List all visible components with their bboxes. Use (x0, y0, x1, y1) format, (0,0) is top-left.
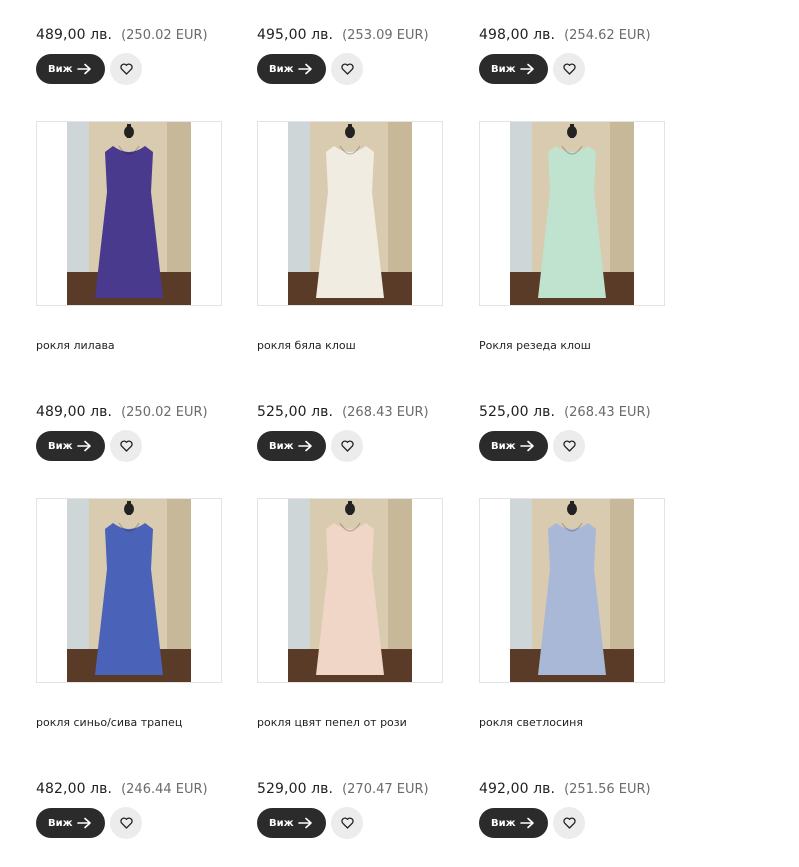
view-button[interactable]: Виж (257, 431, 326, 461)
price-eur: (254.62 EUR) (564, 28, 651, 43)
product-image[interactable] (257, 498, 443, 683)
dress-photo (67, 122, 191, 305)
price-row: 529,00 лв. (270.47 EUR) (257, 781, 429, 797)
button-row: Виж (257, 807, 363, 839)
arrow-right-icon (520, 63, 534, 75)
favorite-button[interactable] (110, 53, 142, 85)
heart-icon (562, 817, 576, 829)
price-eur: (268.43 EUR) (342, 405, 429, 420)
view-button-label: Виж (48, 817, 73, 829)
heart-icon (562, 440, 576, 452)
arrow-right-icon (77, 817, 91, 829)
favorite-button[interactable] (553, 430, 585, 462)
dress-photo (288, 499, 412, 682)
view-button[interactable]: Виж (479, 431, 548, 461)
product-title[interactable]: рокля бяла клош (257, 339, 356, 352)
price-row: 525,00 лв. (268.43 EUR) (257, 404, 429, 420)
button-row: Виж (479, 807, 585, 839)
view-button-label: Виж (48, 63, 73, 75)
product-title[interactable]: рокля светлосиня (479, 716, 583, 729)
view-button-label: Виж (269, 63, 294, 75)
price-bgn: 525,00 лв. (257, 404, 334, 420)
favorite-button[interactable] (331, 807, 363, 839)
view-button-label: Виж (491, 817, 516, 829)
product-image[interactable] (479, 121, 665, 306)
arrow-right-icon (77, 63, 91, 75)
button-row: Виж (36, 53, 142, 85)
price-eur: (253.09 EUR) (342, 28, 429, 43)
arrow-right-icon (77, 440, 91, 452)
price-bgn: 492,00 лв. (479, 781, 556, 797)
favorite-button[interactable] (331, 430, 363, 462)
view-button[interactable]: Виж (36, 808, 105, 838)
favorite-button[interactable] (553, 53, 585, 85)
product-title[interactable]: рокля синьо/сива трапец (36, 716, 182, 729)
view-button[interactable]: Виж (257, 54, 326, 84)
view-button-label: Виж (48, 440, 73, 452)
heart-icon (119, 63, 133, 75)
heart-icon (340, 817, 354, 829)
arrow-right-icon (520, 817, 534, 829)
view-button[interactable]: Виж (479, 808, 548, 838)
price-row: 482,00 лв. (246.44 EUR) (36, 781, 208, 797)
arrow-right-icon (298, 440, 312, 452)
view-button[interactable]: Виж (36, 54, 105, 84)
button-row: Виж (257, 430, 363, 462)
product-image[interactable] (36, 498, 222, 683)
view-button-label: Виж (269, 440, 294, 452)
price-bgn: 525,00 лв. (479, 404, 556, 420)
price-bgn: 498,00 лв. (479, 27, 556, 43)
heart-icon (119, 817, 133, 829)
view-button-label: Виж (491, 63, 516, 75)
button-row: Виж (257, 53, 363, 85)
heart-icon (119, 440, 133, 452)
product-title[interactable]: рокля лилава (36, 339, 115, 352)
price-bgn: 489,00 лв. (36, 27, 113, 43)
price-eur: (251.56 EUR) (564, 782, 651, 797)
price-row: 525,00 лв. (268.43 EUR) (479, 404, 651, 420)
favorite-button[interactable] (331, 53, 363, 85)
price-eur: (250.02 EUR) (121, 405, 208, 420)
arrow-right-icon (298, 817, 312, 829)
view-button[interactable]: Виж (36, 431, 105, 461)
product-image[interactable] (479, 498, 665, 683)
heart-icon (340, 440, 354, 452)
favorite-button[interactable] (110, 430, 142, 462)
price-eur: (270.47 EUR) (342, 782, 429, 797)
button-row: Виж (479, 53, 585, 85)
price-row: 489,00 лв. (250.02 EUR) (36, 404, 208, 420)
price-bgn: 495,00 лв. (257, 27, 334, 43)
dress-photo (510, 499, 634, 682)
price-row: 498,00 лв. (254.62 EUR) (479, 27, 651, 43)
view-button[interactable]: Виж (479, 54, 548, 84)
dress-photo (288, 122, 412, 305)
price-bgn: 529,00 лв. (257, 781, 334, 797)
button-row: Виж (36, 807, 142, 839)
product-image[interactable] (36, 121, 222, 306)
view-button-label: Виж (491, 440, 516, 452)
heart-icon (340, 63, 354, 75)
button-row: Виж (479, 430, 585, 462)
arrow-right-icon (298, 63, 312, 75)
button-row: Виж (36, 430, 142, 462)
dress-photo (510, 122, 634, 305)
favorite-button[interactable] (110, 807, 142, 839)
product-title[interactable]: рокля цвят пепел от рози (257, 716, 407, 729)
view-button-label: Виж (269, 817, 294, 829)
product-title[interactable]: Рокля резеда клош (479, 339, 591, 352)
product-image[interactable] (257, 121, 443, 306)
price-bgn: 489,00 лв. (36, 404, 113, 420)
heart-icon (562, 63, 576, 75)
price-row: 495,00 лв. (253.09 EUR) (257, 27, 429, 43)
favorite-button[interactable] (553, 807, 585, 839)
arrow-right-icon (520, 440, 534, 452)
price-eur: (250.02 EUR) (121, 28, 208, 43)
view-button[interactable]: Виж (257, 808, 326, 838)
price-row: 492,00 лв. (251.56 EUR) (479, 781, 651, 797)
price-bgn: 482,00 лв. (36, 781, 113, 797)
price-eur: (268.43 EUR) (564, 405, 651, 420)
price-eur: (246.44 EUR) (121, 782, 208, 797)
price-row: 489,00 лв. (250.02 EUR) (36, 27, 208, 43)
dress-photo (67, 499, 191, 682)
